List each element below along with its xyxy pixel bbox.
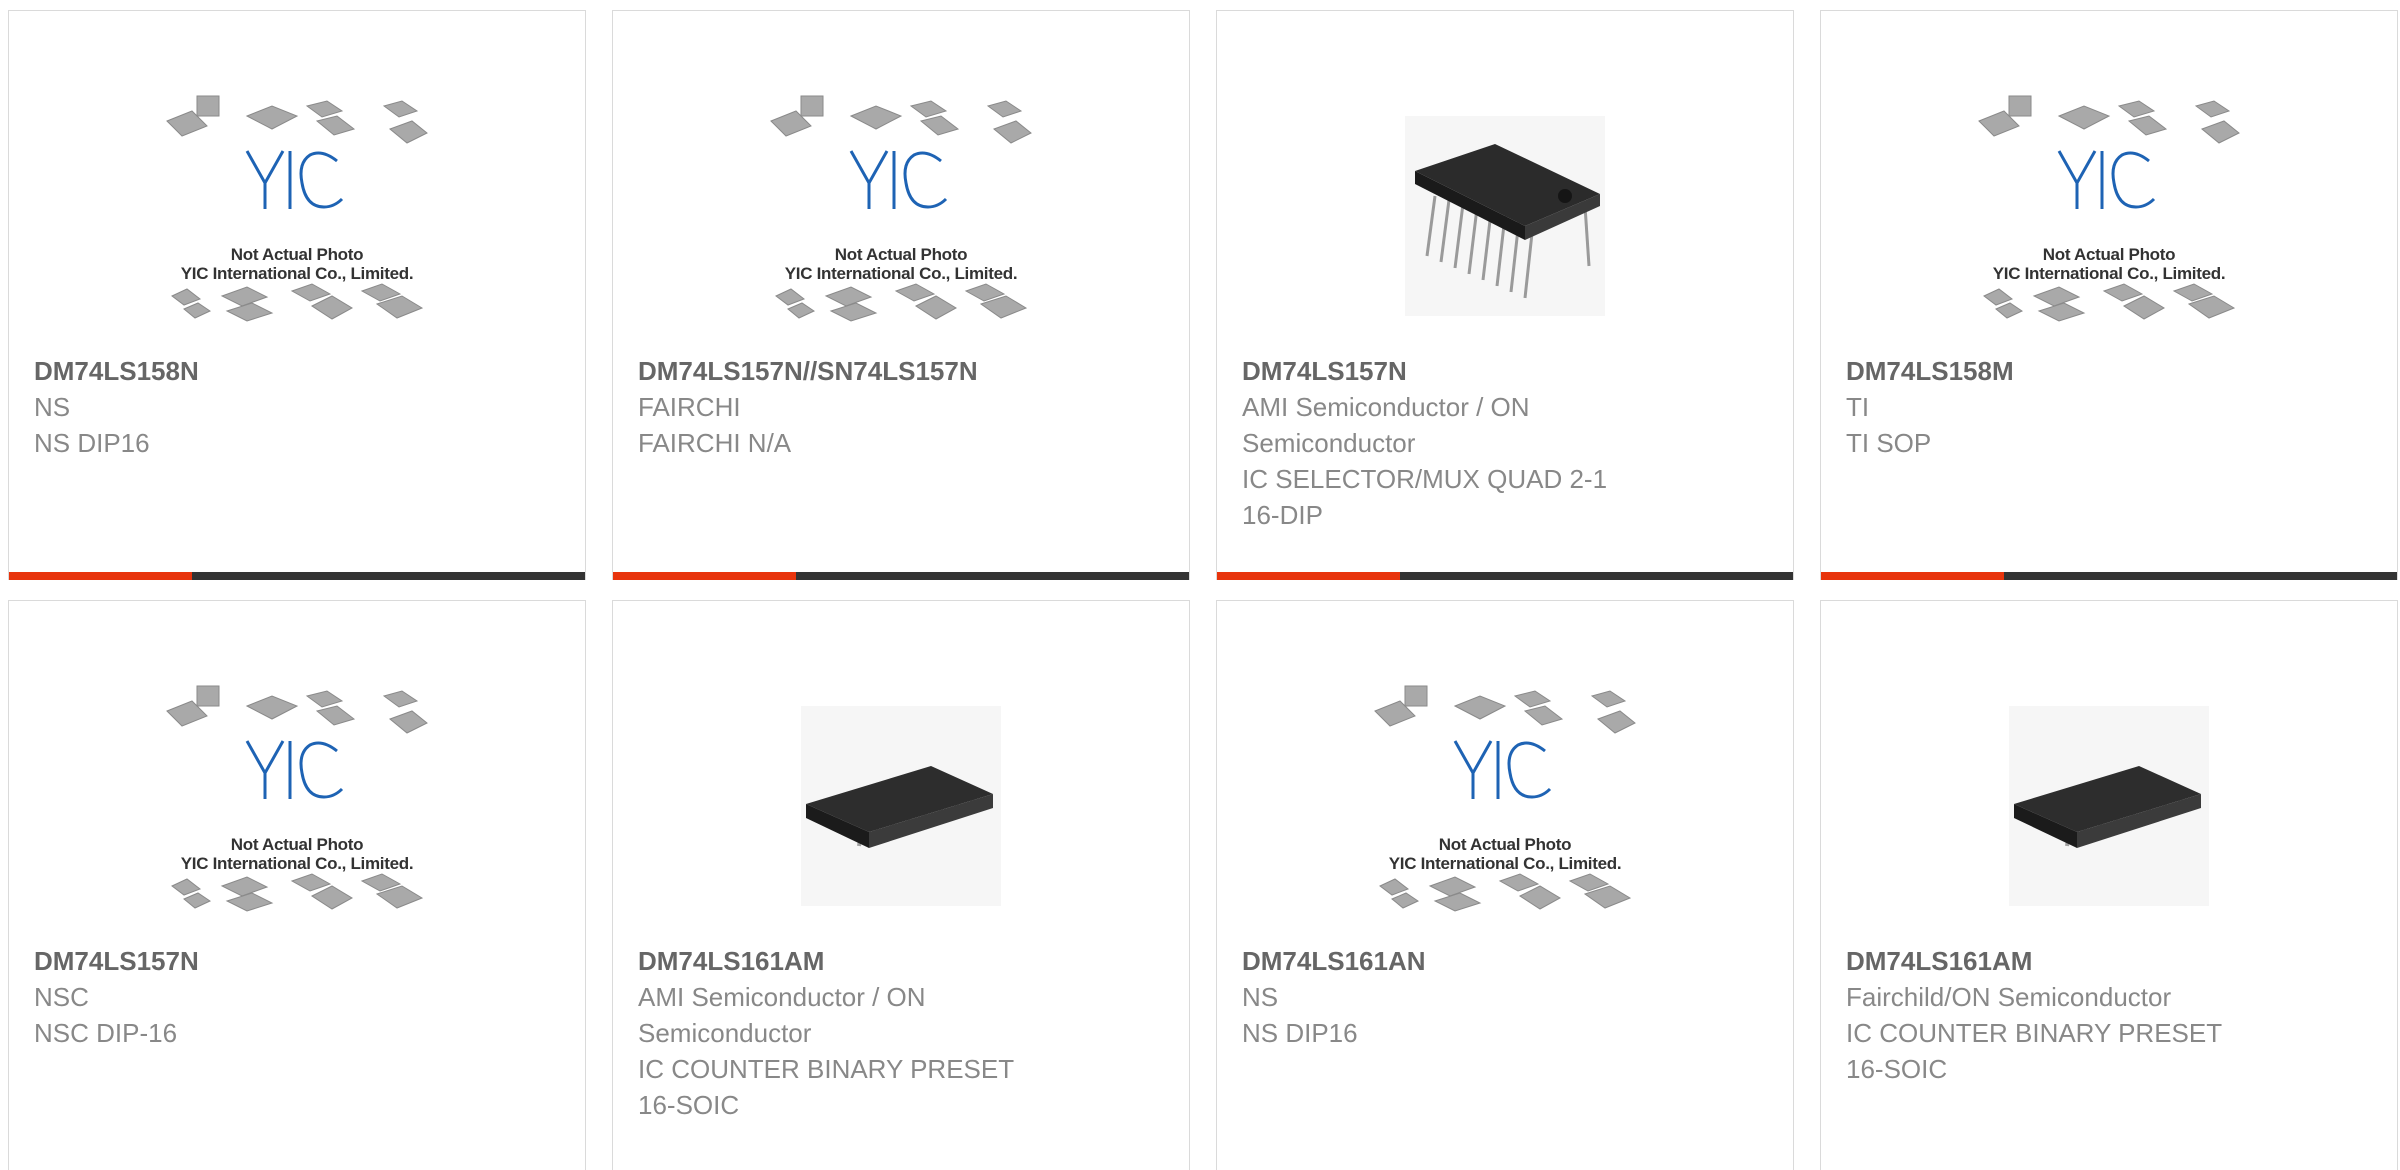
product-image[interactable]: Not Actual Photo YIC International Co., … [1821,71,2397,361]
product-card[interactable]: Not Actual Photo YIC International Co., … [1216,600,1794,1170]
part-number[interactable]: DM74LS158M [1846,353,2377,389]
card-bottom-bar [1821,572,2397,580]
description: TI SOP [1846,428,1932,458]
placeholder-caption-1: Not Actual Photo [834,245,968,264]
description: IC COUNTER BINARY PRESET [1846,1018,2223,1048]
card-bottom-bar [1217,572,1793,580]
placeholder-image: Not Actual Photo YIC International Co., … [766,91,1036,341]
placeholder-caption-2: YIC International Co., Limited. [1992,264,2226,283]
chip-placeholder-icon [1978,95,2240,322]
placeholder-caption-2: YIC International Co., Limited. [180,264,414,283]
manufacturer: NSC [34,982,89,1012]
product-grid: Not Actual Photo YIC International Co., … [0,0,2400,1170]
placeholder-caption-2: YIC International Co., Limited. [180,854,414,873]
product-image[interactable]: Not Actual Photo YIC International Co., … [9,661,585,951]
description: FAIRCHI N/A [638,428,792,458]
chip-placeholder-icon [1374,685,1636,912]
package: 16-SOIC [638,1090,740,1120]
placeholder-caption-2: YIC International Co., Limited. [1388,854,1622,873]
manufacturer: NS [34,392,71,422]
part-number[interactable]: DM74LS157N [1242,353,1773,389]
soic-chip-icon [801,706,1001,906]
part-number[interactable]: DM74LS161AM [638,943,1169,979]
chip-placeholder-icon [770,95,1032,322]
manufacturer: Fairchild/ON Semiconductor [1846,982,2172,1012]
placeholder-caption-1: Not Actual Photo [2042,245,2176,264]
part-number[interactable]: DM74LS161AM [1846,943,2377,979]
product-card[interactable]: DM74LS157N AMI Semiconductor / ON Semico… [1216,10,1794,580]
manufacturer-cont: Semiconductor [1242,428,1416,458]
manufacturer: AMI Semiconductor / ON [1242,392,1530,422]
product-image[interactable]: Not Actual Photo YIC International Co., … [613,71,1189,361]
product-image[interactable] [1821,661,2397,951]
placeholder-image: Not Actual Photo YIC International Co., … [1370,681,1640,931]
product-card[interactable]: Not Actual Photo YIC International Co., … [1820,10,2398,580]
product-card[interactable]: DM74LS161AM Fairchild/ON Semiconductor I… [1820,600,2398,1170]
part-number[interactable]: DM74LS161AN [1242,943,1773,979]
manufacturer: AMI Semiconductor / ON [638,982,926,1012]
description: NSC DIP-16 [34,1018,178,1048]
manufacturer: FAIRCHI [638,392,741,422]
placeholder-caption-2: YIC International Co., Limited. [784,264,1018,283]
manufacturer-cont: Semiconductor [638,1018,812,1048]
placeholder-image: Not Actual Photo YIC International Co., … [1974,91,2244,341]
product-card[interactable]: DM74LS161AM AMI Semiconductor / ON Semic… [612,600,1190,1170]
product-image[interactable] [613,661,1189,951]
placeholder-caption-1: Not Actual Photo [230,245,364,264]
part-number[interactable]: DM74LS157N//SN74LS157N [638,353,1169,389]
card-bottom-bar [9,572,585,580]
product-card[interactable]: Not Actual Photo YIC International Co., … [8,10,586,580]
product-card[interactable]: Not Actual Photo YIC International Co., … [612,10,1190,580]
placeholder-image: Not Actual Photo YIC International Co., … [162,91,432,341]
description: IC SELECTOR/MUX QUAD 2-1 [1242,464,1608,494]
package: 16-DIP [1242,500,1323,530]
package: 16-SOIC [1846,1054,1948,1084]
part-number[interactable]: DM74LS157N [34,943,565,979]
description: NS DIP16 [34,428,150,458]
chip-placeholder-icon [166,685,428,912]
part-number[interactable]: DM74LS158N [34,353,565,389]
placeholder-caption-1: Not Actual Photo [1438,835,1572,854]
manufacturer: NS [1242,982,1279,1012]
soic-chip-icon [2009,706,2209,906]
chip-placeholder-icon [166,95,428,322]
dip-chip-icon [1405,116,1605,316]
product-image[interactable]: Not Actual Photo YIC International Co., … [9,71,585,361]
card-bottom-bar [613,572,1189,580]
manufacturer: TI [1846,392,1870,422]
placeholder-caption-1: Not Actual Photo [230,835,364,854]
product-image[interactable]: Not Actual Photo YIC International Co., … [1217,661,1793,951]
description: IC COUNTER BINARY PRESET [638,1054,1015,1084]
product-card[interactable]: Not Actual Photo YIC International Co., … [8,600,586,1170]
placeholder-image: Not Actual Photo YIC International Co., … [162,681,432,931]
product-image[interactable] [1217,71,1793,361]
description: NS DIP16 [1242,1018,1358,1048]
